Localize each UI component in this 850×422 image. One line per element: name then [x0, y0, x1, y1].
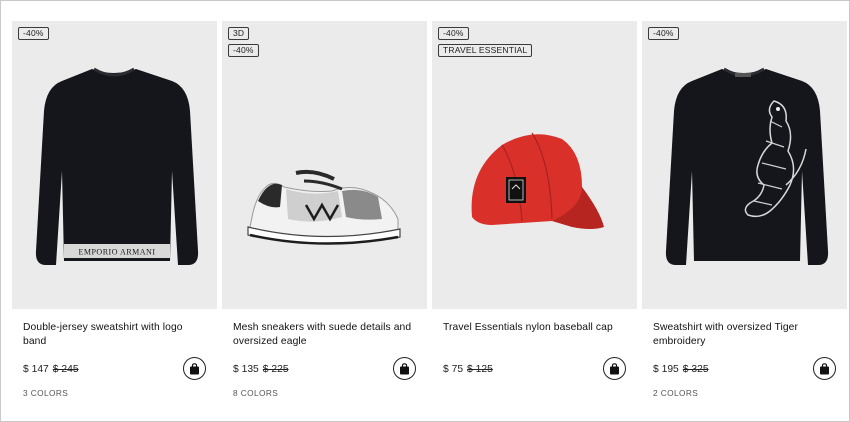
- sweatshirt-tiger-image: [665, 67, 829, 265]
- discount-badge: -40%: [18, 27, 49, 40]
- discount-badge: -40%: [648, 27, 679, 40]
- sweatshirt-logo-image: EMPORIO ARMANI: [35, 67, 199, 265]
- baseball-cap-image: [471, 132, 604, 229]
- product-image[interactable]: -40%: [642, 21, 847, 309]
- sale-price: $ 195: [653, 364, 679, 375]
- product-image[interactable]: 3D -40%: [222, 21, 427, 309]
- sale-price: $ 75: [443, 364, 464, 375]
- price: $ 75 $ 125: [443, 364, 493, 375]
- shopping-bag-icon: [190, 362, 199, 374]
- badge-group: -40%: [18, 27, 49, 40]
- add-to-bag-button[interactable]: [183, 357, 206, 380]
- original-price: $ 245: [52, 364, 79, 375]
- price: $ 195 $ 325: [653, 364, 709, 375]
- add-to-bag-button[interactable]: [813, 357, 836, 380]
- original-price: $ 125: [467, 364, 493, 375]
- discount-badge: -40%: [438, 27, 469, 40]
- product-grid: -40% EMPORIO ARMANI Double-jersey sweats…: [12, 21, 847, 398]
- product-card[interactable]: -40% TRAVEL ESSENTIAL Travel Essentials …: [432, 21, 637, 380]
- product-title[interactable]: Double-jersey sweatshirt with logo band: [23, 321, 203, 349]
- product-card[interactable]: 3D -40% Mesh sneakers with suede details…: [222, 21, 427, 398]
- product-grid-page: -40% EMPORIO ARMANI Double-jersey sweats…: [0, 0, 850, 422]
- color-count: 2 COLORS: [653, 388, 699, 398]
- 3d-badge: 3D: [228, 27, 250, 40]
- sneaker-image: [247, 169, 401, 245]
- product-card[interactable]: -40% EMPORIO ARMANI Double-jersey sweats…: [12, 21, 217, 398]
- color-count: 8 COLORS: [233, 388, 279, 398]
- product-image[interactable]: -40% EMPORIO ARMANI: [12, 21, 217, 309]
- price: $ 147 $ 245: [23, 364, 79, 375]
- svg-text:EMPORIO ARMANI: EMPORIO ARMANI: [78, 248, 155, 257]
- travel-essential-badge: TRAVEL ESSENTIAL: [438, 44, 533, 57]
- sale-price: $ 147: [23, 364, 49, 375]
- shopping-bag-icon: [610, 362, 619, 374]
- sale-price: $ 135: [233, 364, 259, 375]
- shopping-bag-icon: [820, 362, 829, 374]
- price: $ 135 $ 225: [233, 364, 289, 375]
- product-title[interactable]: Sweatshirt with oversized Tiger embroide…: [653, 321, 833, 349]
- badge-group: 3D -40%: [228, 27, 259, 57]
- product-title[interactable]: Mesh sneakers with suede details and ove…: [233, 321, 413, 349]
- original-price: $ 225: [262, 364, 289, 375]
- product-title[interactable]: Travel Essentials nylon baseball cap: [443, 321, 623, 335]
- add-to-bag-button[interactable]: [603, 357, 626, 380]
- discount-badge: -40%: [228, 44, 259, 57]
- shopping-bag-icon: [400, 362, 409, 374]
- product-image[interactable]: -40% TRAVEL ESSENTIAL: [432, 21, 637, 309]
- product-card[interactable]: -40% Sweatshirt with oversized Tiger emb…: [642, 21, 847, 398]
- add-to-bag-button[interactable]: [393, 357, 416, 380]
- color-count: 3 COLORS: [23, 388, 69, 398]
- original-price: $ 325: [682, 364, 709, 375]
- badge-group: -40% TRAVEL ESSENTIAL: [438, 27, 533, 57]
- badge-group: -40%: [648, 27, 679, 40]
